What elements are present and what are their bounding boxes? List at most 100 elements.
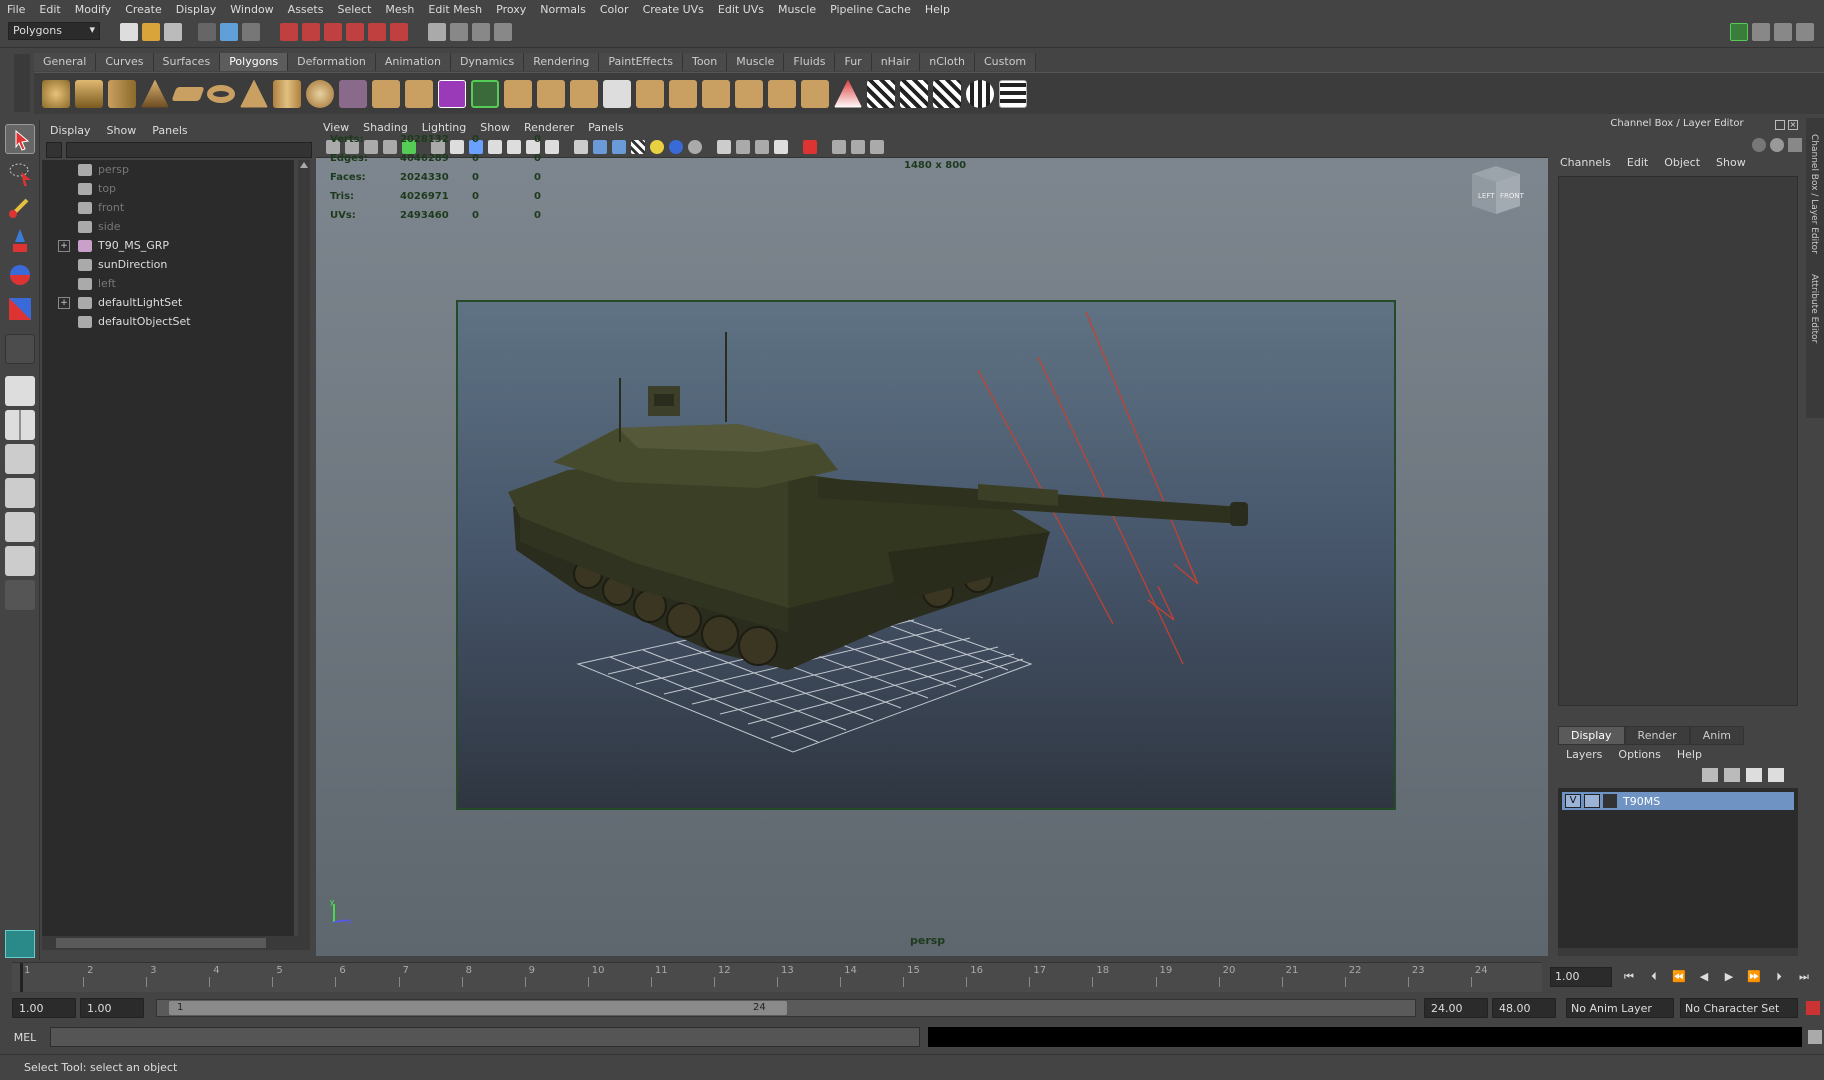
- viewport-menu-view[interactable]: View: [316, 121, 356, 134]
- single-perspective-layout-icon[interactable]: [5, 376, 35, 406]
- use-all-lights-icon[interactable]: [650, 139, 664, 154]
- viewport-menu-shading[interactable]: Shading: [356, 121, 415, 134]
- close-icon[interactable]: ×: [1788, 120, 1798, 130]
- shelf-menu-handle[interactable]: [14, 54, 30, 112]
- channel-box-menu-channels[interactable]: Channels: [1552, 156, 1619, 174]
- menu-normals[interactable]: Normals: [533, 3, 593, 16]
- uv-texture-editor-icon[interactable]: [966, 79, 994, 108]
- shadows-icon[interactable]: [669, 139, 683, 154]
- step-back-frame-icon[interactable]: ⏴: [1646, 970, 1662, 984]
- checker-texture-icon[interactable]: [999, 79, 1027, 108]
- outliner-vertical-scrollbar[interactable]: [298, 160, 310, 950]
- paint-select-tool-icon[interactable]: [5, 192, 35, 222]
- shelf-tab-curves[interactable]: Curves: [96, 53, 154, 71]
- command-language-toggle[interactable]: MEL: [0, 1031, 50, 1044]
- sculpt-icon[interactable]: [702, 79, 730, 108]
- more-layouts-icon[interactable]: [5, 580, 35, 610]
- scale-tool-icon[interactable]: [5, 294, 35, 324]
- open-scene-icon[interactable]: [142, 23, 160, 41]
- exposure-icon[interactable]: [851, 139, 865, 154]
- go-to-start-icon[interactable]: ⏮: [1621, 970, 1637, 984]
- key-icon[interactable]: [1752, 138, 1766, 152]
- viewport-menu-panels[interactable]: Panels: [581, 121, 630, 134]
- outliner-item-left[interactable]: left: [42, 274, 294, 293]
- menu-pipeline-cache[interactable]: Pipeline Cache: [823, 3, 918, 16]
- expand-icon[interactable]: +: [58, 296, 70, 309]
- save-scene-icon[interactable]: [164, 23, 182, 41]
- outliner-search-input[interactable]: [66, 142, 312, 158]
- select-tool-icon[interactable]: [5, 124, 35, 154]
- scroll-thumb[interactable]: [56, 938, 266, 948]
- shelf-tab-nhair[interactable]: nHair: [871, 53, 921, 71]
- layer-menu-layers[interactable]: Layers: [1558, 746, 1610, 763]
- combine-icon[interactable]: [339, 79, 367, 108]
- new-layer-icon[interactable]: [1746, 768, 1762, 782]
- select-object-icon[interactable]: [220, 23, 238, 41]
- layer-visibility-toggle[interactable]: V: [1565, 794, 1581, 808]
- menu-edit-mesh[interactable]: Edit Mesh: [421, 3, 489, 16]
- snap-curve-icon[interactable]: [302, 23, 320, 41]
- toggle-channel-box-icon[interactable]: [1774, 23, 1792, 41]
- layer-horizontal-scrollbar[interactable]: [1558, 948, 1798, 956]
- poly-cube-icon[interactable]: [75, 79, 103, 108]
- anim-layer-selector[interactable]: No Anim Layer: [1566, 998, 1674, 1018]
- poly-cylinder-icon[interactable]: [108, 79, 136, 108]
- sync-icon[interactable]: [1770, 138, 1784, 152]
- toggle-tool-settings-icon[interactable]: [1752, 23, 1770, 41]
- snap-grid-icon[interactable]: [280, 23, 298, 41]
- isolate-select-icon[interactable]: [774, 139, 788, 154]
- menu-assets[interactable]: Assets: [281, 3, 331, 16]
- outliner-item-side[interactable]: side: [42, 217, 294, 236]
- layer-menu-help[interactable]: Help: [1669, 746, 1710, 763]
- menu-help[interactable]: Help: [918, 3, 957, 16]
- layer-tab-anim[interactable]: Anim: [1689, 726, 1744, 745]
- float-panel-icon[interactable]: [1775, 120, 1785, 130]
- shelf-tab-muscle[interactable]: Muscle: [727, 53, 785, 71]
- shelf-tab-custom[interactable]: Custom: [975, 53, 1037, 71]
- poly-soccer-ball-icon[interactable]: [306, 79, 334, 108]
- automatic-mapping-icon[interactable]: [867, 79, 895, 108]
- bevel-icon[interactable]: [768, 79, 796, 108]
- step-back-key-icon[interactable]: ⏪: [1671, 970, 1687, 984]
- shelf-tab-animation[interactable]: Animation: [375, 53, 451, 71]
- split-polygon-icon[interactable]: [603, 79, 631, 108]
- view-cube-icon[interactable]: LEFT FRONT: [1466, 160, 1526, 220]
- shelf-tab-fluids[interactable]: Fluids: [784, 53, 836, 71]
- tab-attribute-editor[interactable]: Attribute Editor: [1806, 260, 1822, 357]
- poly-plane-icon[interactable]: [171, 86, 205, 101]
- extract-icon[interactable]: [405, 79, 433, 108]
- node-editor-icon[interactable]: [870, 139, 884, 154]
- current-time-indicator[interactable]: [20, 963, 23, 992]
- new-scene-icon[interactable]: [120, 23, 138, 41]
- menu-mesh[interactable]: Mesh: [378, 3, 421, 16]
- render-view-icon[interactable]: [428, 23, 446, 41]
- shelf-tab-dynamics[interactable]: Dynamics: [450, 53, 525, 71]
- play-forwards-icon[interactable]: ▶: [1721, 970, 1737, 984]
- wireframe-on-shaded-icon[interactable]: [612, 139, 626, 154]
- shelf-tab-general[interactable]: General: [34, 53, 97, 71]
- menu-edit-uvs[interactable]: Edit UVs: [711, 3, 771, 16]
- graph-editor-layout-icon[interactable]: [5, 546, 35, 576]
- outliner-filter-icon[interactable]: [46, 142, 62, 158]
- spherical-mapping-icon[interactable]: [933, 79, 961, 108]
- persp-graph-layout-icon[interactable]: [5, 478, 35, 508]
- insert-edge-loop-icon[interactable]: [636, 79, 664, 108]
- menu-color[interactable]: Color: [593, 3, 636, 16]
- poly-pyramid-icon[interactable]: [240, 79, 268, 108]
- menu-proxy[interactable]: Proxy: [489, 3, 533, 16]
- shelf-tab-polygons[interactable]: Polygons: [220, 53, 289, 71]
- lasso-tool-icon[interactable]: [5, 158, 35, 188]
- stereo-icon[interactable]: [832, 139, 846, 154]
- shelf-tab-rendering[interactable]: Rendering: [524, 53, 600, 71]
- current-frame-field[interactable]: 1.00: [1550, 967, 1612, 987]
- layer-tab-display[interactable]: Display: [1558, 726, 1625, 745]
- append-polygon-icon[interactable]: [570, 79, 598, 108]
- outliner-item-top[interactable]: top: [42, 179, 294, 198]
- playback-end-field[interactable]: 24.00: [1424, 998, 1488, 1018]
- poly-cone-icon[interactable]: [141, 79, 169, 108]
- smooth-icon[interactable]: [438, 79, 466, 108]
- outliner-menu-display[interactable]: Display: [42, 124, 99, 137]
- last-tool-icon[interactable]: [5, 334, 35, 364]
- viewport-menu-renderer[interactable]: Renderer: [517, 121, 581, 134]
- step-forward-key-icon[interactable]: ⏩: [1746, 970, 1762, 984]
